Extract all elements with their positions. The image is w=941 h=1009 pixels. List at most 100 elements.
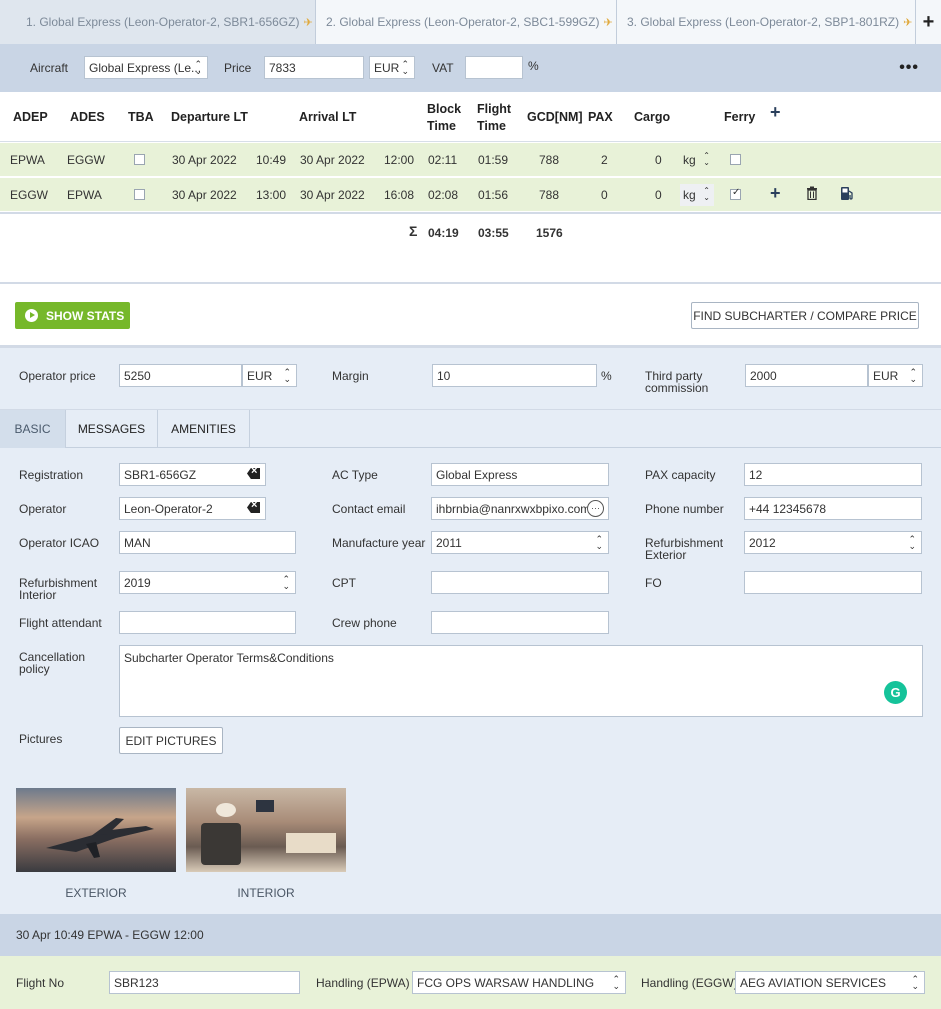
ferry-checkbox[interactable] [730,187,741,200]
add-tab-button[interactable]: + [916,0,941,44]
manufacture-year-select[interactable]: 2011 ⌃ ⌄ [431,531,609,554]
tab-aircraft-1[interactable]: 1. Global Express (Leon-Operator-2, SBR1… [0,0,316,44]
third-party-currency-select[interactable]: EUR ⌃ ⌄ [868,364,923,387]
leg-arr-date[interactable]: 30 Apr 2022 [300,188,365,202]
leg-arr-date[interactable]: 30 Apr 2022 [300,153,365,167]
ac-type-input[interactable]: Global Express [431,463,609,486]
cpt-input[interactable] [431,571,609,594]
vat-input[interactable] [465,56,523,79]
price-value: 7833 [269,60,296,75]
phone-input[interactable]: +44 12345678 [744,497,922,520]
margin-unit: % [601,369,612,383]
aircraft-label: Aircraft [30,61,69,75]
leg-dep-date[interactable]: 30 Apr 2022 [172,188,237,202]
leg-dep-time[interactable]: 10:49 [256,153,286,167]
more-options-icon[interactable]: ••• [899,59,919,77]
phone-label: Phone number [645,502,724,516]
leg-section-header[interactable]: 30 Apr 10:49 EPWA - EGGW 12:00 [0,914,941,956]
total-flight-time: 03:55 [478,226,509,240]
aircraft-select[interactable]: Global Express (Le... ⌃ ⌄ [84,56,208,79]
more-horizontal-icon[interactable]: ⋯ [587,500,604,517]
show-stats-button[interactable]: SHOW STATS [15,302,130,329]
leg-dep-date[interactable]: 30 Apr 2022 [172,153,237,167]
leg-row: EPWA EGGW 30 Apr 2022 10:49 30 Apr 2022 … [0,143,941,177]
pricing-row: Operator price 5250 EUR ⌃ ⌄ Margin 10 % Th… [0,348,941,410]
fuel-icon[interactable] [840,186,854,204]
basic-panel: Registration SBR1-656GZ AC Type Global E… [0,448,941,914]
leg-gcd: 788 [539,153,560,167]
exterior-image[interactable] [16,788,176,872]
flight-no-label: Flight No [16,976,65,990]
operator-currency-select[interactable]: EUR ⌃ ⌄ [242,364,297,387]
currency-select[interactable]: EUR ⌃ ⌄ [369,56,415,79]
refurb-int-select[interactable]: 2019 ⌃ ⌄ [119,571,296,594]
edit-pictures-button[interactable]: EDIT PICTURES [119,727,223,754]
price-input[interactable]: 7833 [264,56,364,79]
tab-aircraft-3[interactable]: 3. Global Express (Leon-Operator-2, SBP1… [617,0,916,44]
leg-cargo[interactable]: 0 [655,188,662,202]
ac-type-label: AC Type [332,468,378,482]
col-block-time-1: Block [427,102,462,116]
operator-currency-value: EUR [247,368,273,383]
select-arrows-icon: ⌃ ⌄ [282,574,290,591]
flight-no-input[interactable]: SBR123 [109,971,300,994]
contact-email-input[interactable]: ihbrnbia@nanrxwxbpixo.com ⋯ [431,497,609,520]
refurb-ext-select[interactable]: 2012 ⌃ ⌄ [744,531,922,554]
crew-phone-input[interactable] [431,611,609,634]
clear-icon[interactable] [247,502,260,513]
select-arrows-icon: ⌃ ⌄ [911,974,919,991]
tab-label: 1. Global Express (Leon-Operator-2, SBR1… [26,15,300,29]
tab-aircraft-2[interactable]: 2. Global Express (Leon-Operator-2, SBC1… [316,0,617,44]
leg-arr-time[interactable]: 16:08 [384,188,414,202]
add-leg-icon[interactable]: + [770,103,781,121]
handling-arr-select[interactable]: AEG AVIATION SERVICES ⌃ ⌄ [735,971,925,994]
tab-messages[interactable]: MESSAGES [66,410,158,448]
pictures-label: Pictures [19,732,63,746]
handling-dep-select[interactable]: FCG OPS WARSAW HANDLING ⌃ ⌄ [412,971,626,994]
leg-arr-time[interactable]: 12:00 [384,153,414,167]
select-arrows-icon: ⌃ ⌄ [612,974,620,991]
leg-section-title: 30 Apr 10:49 EPWA - EGGW 12:00 [16,928,204,942]
registration-input[interactable]: SBR1-656GZ [119,463,266,486]
currency-value: EUR [374,60,400,75]
handling-arr-value: AEG AVIATION SERVICES [740,975,887,990]
tab-basic[interactable]: BASIC [0,410,66,448]
add-leg-icon[interactable]: + [770,183,781,204]
vat-label: VAT [432,61,454,75]
pax-capacity-input[interactable]: 12 [744,463,922,486]
clear-icon[interactable] [247,468,260,479]
tab-amenities[interactable]: AMENITIES [158,410,250,448]
leg-pax[interactable]: 2 [601,153,608,167]
operator-input[interactable]: Leon-Operator-2 [119,497,266,520]
attendant-input[interactable] [119,611,296,634]
third-party-currency-value: EUR [873,368,899,383]
find-subcharter-button[interactable]: FIND SUBCHARTER / COMPARE PRICE [691,302,919,329]
operator-price-label: Operator price [19,369,96,383]
grammarly-icon[interactable]: G [884,681,907,704]
col-flight-time-1: Flight [477,102,512,116]
margin-input[interactable]: 10 [432,364,597,387]
operator-price-value: 5250 [124,368,151,383]
cancellation-textarea[interactable]: Subcharter Operator Terms&Conditions [119,645,923,717]
cargo-unit-select[interactable]: kg ⌃ ⌄ [680,184,714,206]
operator-price-input[interactable]: 5250 [119,364,242,387]
tba-checkbox[interactable] [134,189,145,200]
col-block-time-2: Time [427,119,456,133]
vat-unit: % [528,59,539,73]
interior-image[interactable] [186,788,346,872]
leg-cargo[interactable]: 0 [655,153,662,167]
fo-input[interactable] [744,571,922,594]
cargo-unit-select[interactable]: kg ⌃ ⌄ [680,149,714,171]
operator-icao-input[interactable]: MAN [119,531,296,554]
ferry-checkbox[interactable] [730,154,741,165]
delete-icon[interactable] [806,186,818,203]
third-party-input[interactable]: 2000 [745,364,868,387]
leg-pax[interactable]: 0 [601,188,608,202]
col-adep: ADEP [13,110,48,124]
leg-dep-time[interactable]: 13:00 [256,188,286,202]
col-arrival: Arrival LT [299,110,357,124]
tba-checkbox[interactable] [134,154,145,165]
refurb-int-value: 2019 [124,575,151,590]
registration-value: SBR1-656GZ [124,467,197,482]
leg-row: EGGW EPWA 30 Apr 2022 13:00 30 Apr 2022 … [0,178,941,212]
